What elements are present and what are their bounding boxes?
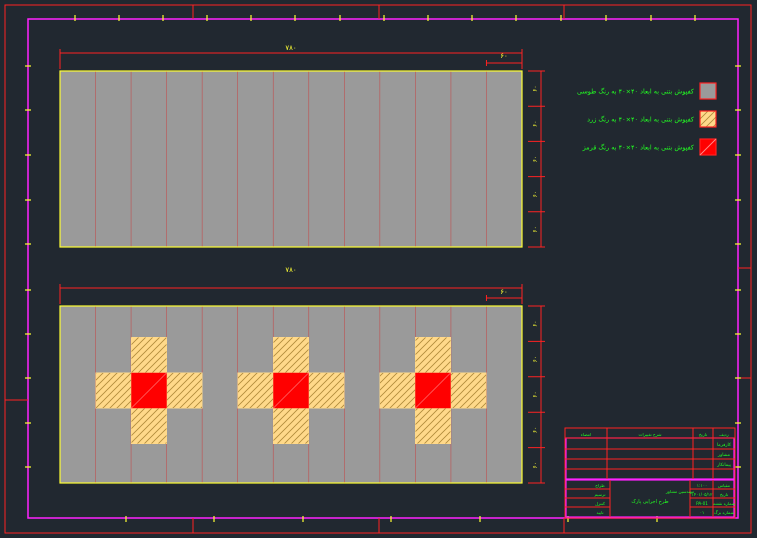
side-dimension-value: ۶۰ (532, 191, 539, 197)
side-dimension-value: ۶۰ (532, 226, 539, 232)
yellow-tile (166, 372, 203, 409)
yellow-tile (95, 372, 132, 409)
title-block-row-label: کنترل (595, 501, 605, 506)
title-block-info-label: تاریخ (720, 492, 729, 497)
title-block-info-value: ۰۱ (700, 510, 705, 515)
yellow-tile (415, 408, 451, 444)
title-block-row-label: طراح (595, 483, 605, 488)
yellow-tile (273, 337, 309, 373)
plan-top-overall-dimension: ۷۸۰ (285, 44, 296, 52)
floor-area[interactable] (59, 70, 523, 248)
yellow-tile (273, 408, 309, 444)
title-block-row-label: تایید (596, 510, 604, 515)
yellow-tile (450, 372, 487, 409)
side-dimension-value: ۶۰ (532, 427, 539, 433)
plan-bottom-overall-dimension: ۷۸۰ (285, 266, 296, 274)
side-dimension-value: ۶۰ (532, 356, 539, 362)
side-dimension-value: ۶۰ (532, 320, 539, 326)
legend-swatch-yellow (699, 110, 717, 128)
title-block-info-label: مقیاس (718, 483, 730, 488)
yellow-tile (131, 408, 167, 444)
yellow-tile (415, 337, 451, 373)
side-dimension-value: ۶۰ (532, 462, 539, 468)
title-block-company: مهندسین مشاور (665, 489, 694, 494)
title-block-side-label: مشاور (717, 453, 731, 458)
yellow-tile (379, 372, 416, 409)
title-block-side-label: کارفرما (717, 442, 732, 448)
title-block-header-cell: تاریخ (699, 432, 708, 437)
title-block-side-label: پیمانکار (716, 462, 732, 468)
side-dimension-value: ۶۰ (532, 156, 539, 162)
side-dimension-value: ۶۰ (532, 85, 539, 91)
title-block-header-cell: ردیف (719, 432, 728, 437)
legend-label: کفپوش بتنی به ابعاد ۴۰×۴۰ به رنگ زرد (587, 116, 695, 124)
side-dimension-value: ۶۰ (532, 391, 539, 397)
title-block-row-label: ترسیم (594, 492, 606, 497)
floor-fill (60, 71, 522, 247)
title-block-info-value: PA-01 (696, 501, 708, 506)
title-block-info-label: شماره برگ (714, 509, 734, 515)
title-block-header-cell: امضاء (581, 432, 591, 437)
title-block-info-value: ۱۴۰۱/۰۵/۱۲ (692, 492, 714, 497)
legend-label: کفپوش بتنی به ابعاد ۴۰×۴۰ به رنگ قرمز (582, 144, 695, 152)
yellow-tile (237, 372, 274, 409)
yellow-tile (308, 372, 345, 409)
title-block-info-value: ۱:۱۰۰ (697, 483, 707, 488)
title-block-project-title: طرح اجرایی پارک (631, 498, 668, 505)
legend-swatch-gray (699, 82, 717, 100)
plan-bottom-module-dimension: ۶۰ (500, 288, 508, 296)
legend-label: کفپوش بتنی به ابعاد ۴۰×۴۰ به رنگ طوسی (577, 88, 695, 96)
yellow-tile (131, 337, 167, 373)
title-block-header-cell: شرح تغییرات (639, 432, 662, 437)
cad-drawing-canvas: ۷۸۰ ۶۰ ۶۰۶۰۶۰۶۰۶۰ ۷۸۰ ۶۰ ۶۰۶۰۶۰۶۰۶۰ کفپو… (0, 0, 757, 538)
floor-plan-top[interactable]: ۷۸۰ ۶۰ ۶۰۶۰۶۰۶۰۶۰ (59, 44, 545, 248)
title-block-info-label: شماره نقشه (713, 501, 736, 506)
floor-area[interactable] (59, 305, 523, 484)
side-dimension-value: ۶۰ (532, 121, 539, 127)
